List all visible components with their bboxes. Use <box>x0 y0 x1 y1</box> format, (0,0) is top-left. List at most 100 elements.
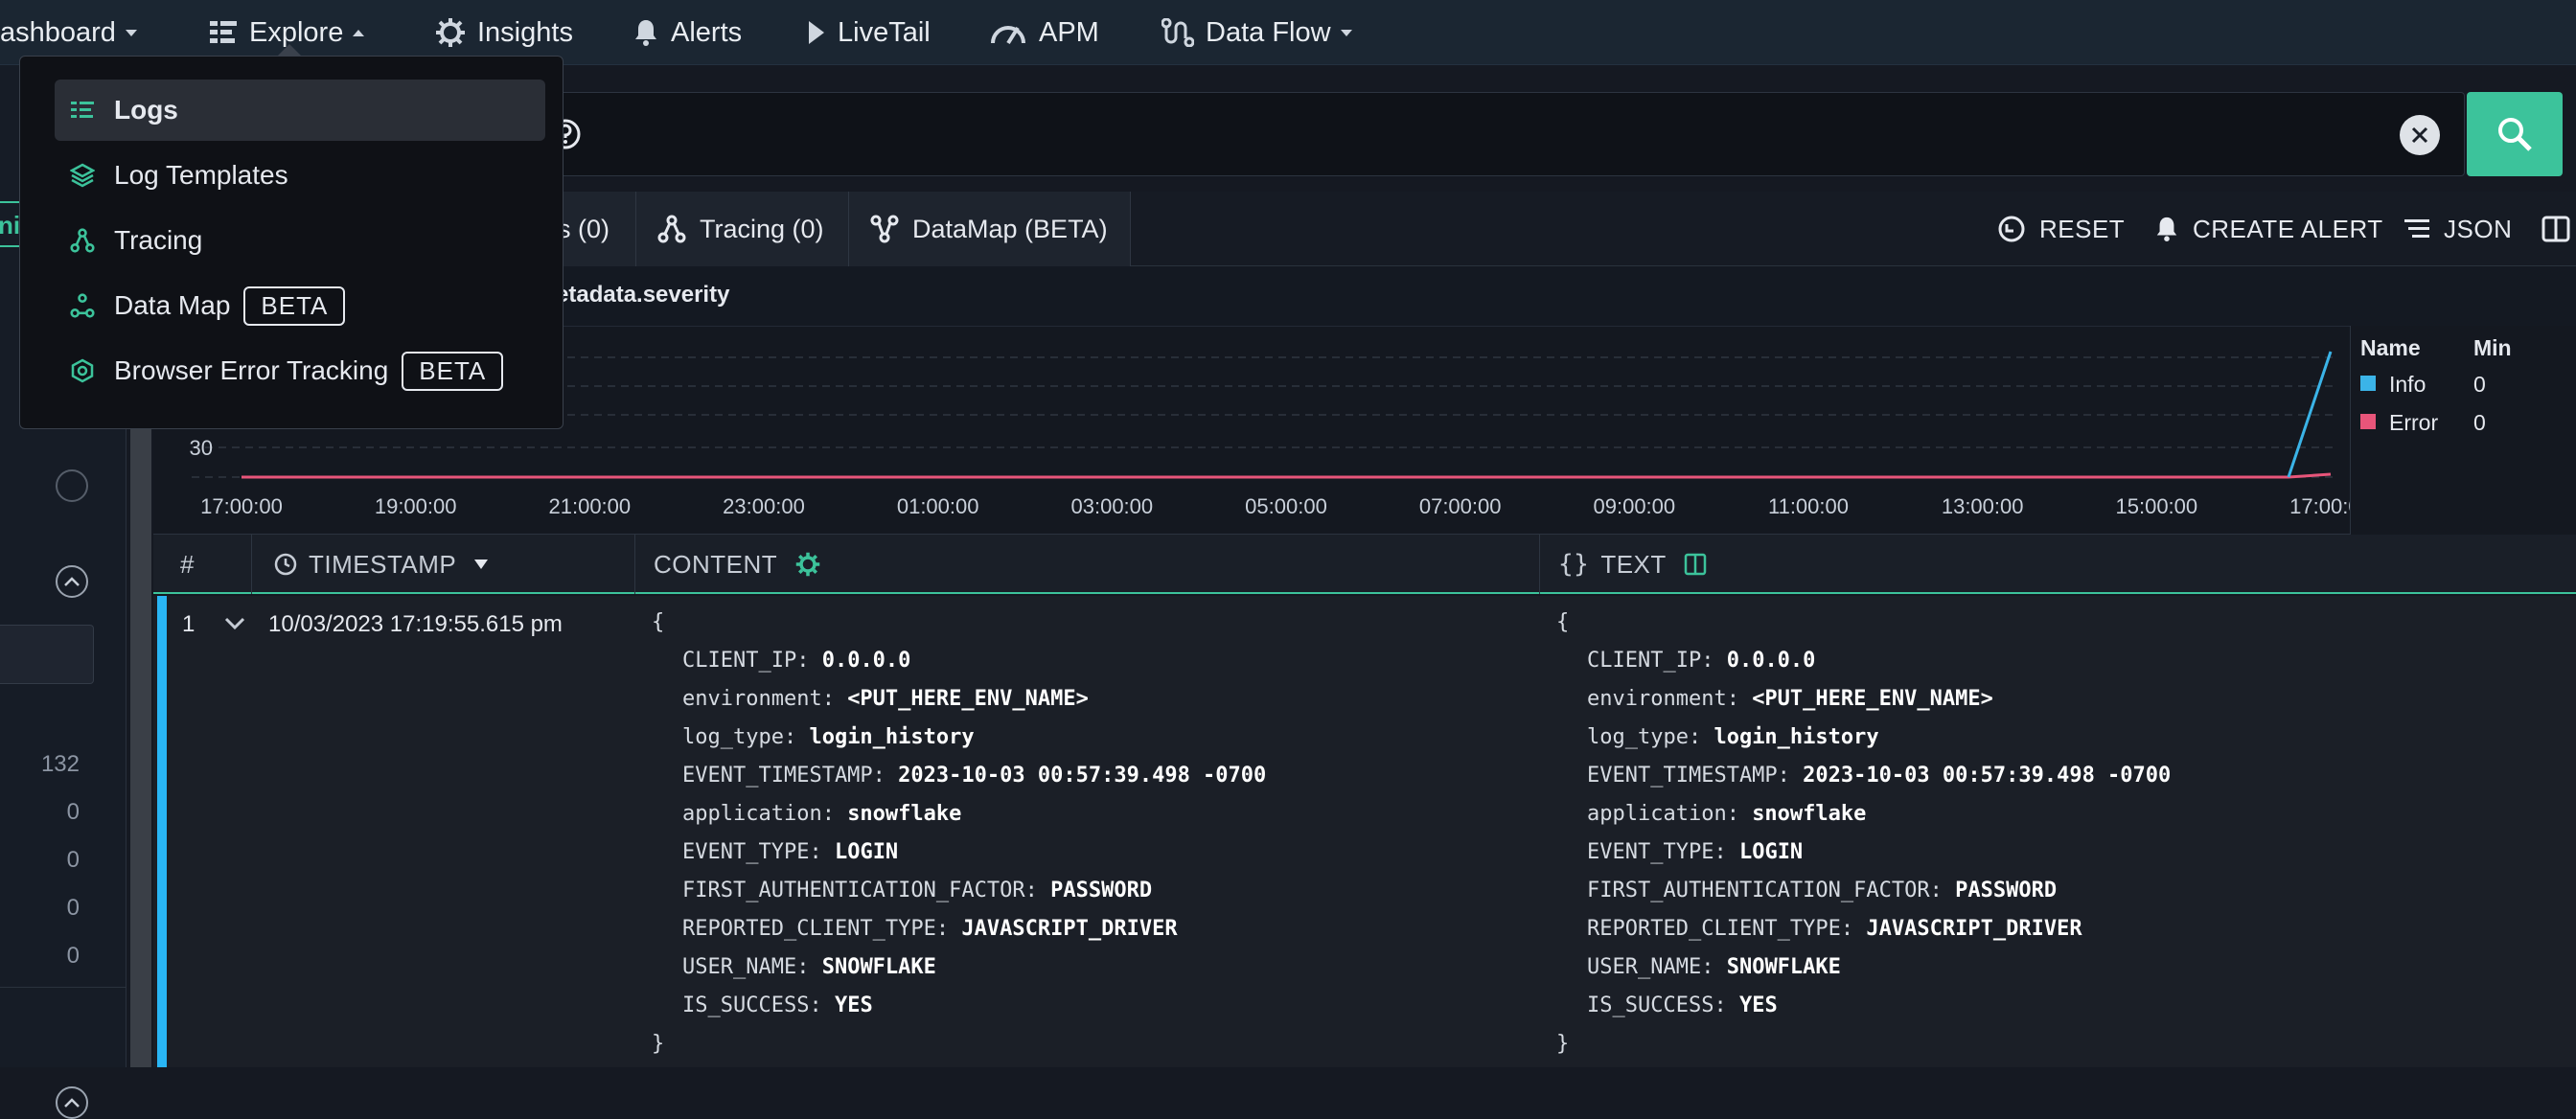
x-tick-label: 19:00:00 <box>375 494 457 518</box>
tab-label: s (0) <box>558 214 610 243</box>
legend-label-error[interactable]: Error <box>2389 410 2438 436</box>
chevron-up-circle-icon[interactable] <box>56 565 88 598</box>
collapse-icon[interactable] <box>56 469 88 502</box>
dataflow-icon <box>1162 18 1194 47</box>
x-tick-label: 17:00:00 <box>200 494 283 518</box>
column-divider <box>251 535 252 594</box>
json-field[interactable]: EVENT_TYPE: LOGIN <box>1556 834 2171 872</box>
speedometer-icon <box>991 26 1025 45</box>
table-row[interactable] <box>153 596 2576 1067</box>
table-header <box>153 535 2576 594</box>
nav-livetail-label: LiveTail <box>838 16 931 48</box>
gear-icon[interactable] <box>794 551 821 578</box>
json-key: IS_SUCCESS: <box>682 993 835 1017</box>
dropdown-pointer <box>278 44 301 56</box>
list-icon <box>2404 219 2429 238</box>
tab-datamap[interactable]: DataMap (BETA) <box>849 192 1131 266</box>
json-key: application: <box>682 802 848 826</box>
legend-header-min: Min <box>2473 335 2512 360</box>
row-index: 1 <box>182 611 196 637</box>
series-line-error <box>242 472 2332 479</box>
x-tick-label: 21:00:00 <box>549 494 632 518</box>
nav-dataflow[interactable]: Data Flow <box>1162 0 1352 65</box>
column-header-text[interactable]: {} TEXT <box>1558 535 1718 594</box>
nav-apm[interactable]: APM <box>989 0 1099 65</box>
legend-min-info: 0 <box>2473 372 2486 397</box>
tab-tracing[interactable]: Tracing (0) <box>636 192 849 266</box>
menu-item-data-map[interactable]: Data Map BETA <box>55 275 545 336</box>
column-header-timestamp[interactable]: TIMESTAMP <box>274 535 500 594</box>
json-field[interactable]: log_type: login_history <box>652 719 1266 757</box>
json-key: CLIENT_IP: <box>1587 649 1727 673</box>
json-value: <PUT_HERE_ENV_NAME> <box>847 687 1089 711</box>
sort-desc-icon[interactable] <box>473 559 489 570</box>
sidebar-count: 132 <box>40 751 80 777</box>
json-value: 2023-10-03 00:57:39.498 -0700 <box>898 764 1267 788</box>
menu-item-log-templates[interactable]: Log Templates <box>55 145 545 206</box>
explore-dropdown-menu: Logs Log Templates Tracing Data Map BETA… <box>19 56 564 429</box>
column-header-index: # <box>180 535 195 594</box>
json-key: application: <box>1587 802 1753 826</box>
json-button[interactable]: JSON <box>2404 192 2512 266</box>
chevron-up-circle-icon[interactable] <box>56 1086 88 1119</box>
menu-item-logs[interactable]: Logs <box>55 80 545 141</box>
column-header-index-label: # <box>180 549 195 579</box>
column-divider <box>634 535 635 594</box>
create-alert-button[interactable]: CREATE ALERT <box>2154 192 2383 266</box>
json-value: login_history <box>1714 725 1879 749</box>
json-field[interactable]: REPORTED_CLIENT_TYPE: JAVASCRIPT_DRIVER <box>652 910 1266 948</box>
reset-button[interactable]: RESET <box>1997 192 2125 266</box>
json-field[interactable]: IS_SUCCESS: YES <box>652 987 1266 1025</box>
json-field[interactable]: application: snowflake <box>652 795 1266 834</box>
search-button[interactable] <box>2467 92 2563 176</box>
split-column-icon[interactable] <box>1684 553 1707 576</box>
json-key: EVENT_TYPE: <box>1587 840 1739 864</box>
json-key: EVENT_TIMESTAMP: <box>682 764 899 788</box>
json-field[interactable]: CLIENT_IP: 0.0.0.0 <box>652 642 1266 680</box>
json-field[interactable]: environment: <PUT_HERE_ENV_NAME> <box>1556 680 2171 719</box>
clear-search-button[interactable] <box>2400 115 2440 155</box>
json-field[interactable]: log_type: login_history <box>1556 719 2171 757</box>
json-value: 0.0.0.0 <box>821 649 911 673</box>
json-field[interactable]: IS_SUCCESS: YES <box>1556 987 2171 1025</box>
layout-toggle-button[interactable] <box>2542 192 2576 266</box>
group-by-field: etadata.severity <box>556 282 730 308</box>
json-field[interactable]: application: snowflake <box>1556 795 2171 834</box>
explore-icon <box>210 21 237 43</box>
x-tick-label: 03:00:00 <box>1071 494 1154 518</box>
json-open-brace: { <box>1556 610 1570 634</box>
sidebar-count: 0 <box>66 943 80 969</box>
sidebar-filter-input[interactable] <box>0 625 94 684</box>
row-content-json: {CLIENT_IP: 0.0.0.0 environment: <PUT_HER… <box>652 604 1266 1063</box>
json-field[interactable]: environment: <PUT_HERE_ENV_NAME> <box>652 680 1266 719</box>
json-field[interactable]: EVENT_TIMESTAMP: 2023-10-03 00:57:39.498… <box>652 757 1266 795</box>
json-close-brace: } <box>652 1032 665 1056</box>
x-tick-label: 15:00:00 <box>2116 494 2198 518</box>
nav-dashboard-label: ashboard <box>0 16 116 48</box>
nav-livetail[interactable]: LiveTail <box>807 0 931 65</box>
column-header-content-label: CONTENT <box>654 549 778 579</box>
json-key: EVENT_TIMESTAMP: <box>1587 764 1804 788</box>
json-field[interactable]: REPORTED_CLIENT_TYPE: JAVASCRIPT_DRIVER <box>1556 910 2171 948</box>
json-field[interactable]: FIRST_AUTHENTICATION_FACTOR: PASSWORD <box>1556 872 2171 910</box>
x-tick-label: 13:00:00 <box>1942 494 2024 518</box>
legend-header-name: Name <box>2360 335 2421 360</box>
json-field[interactable]: USER_NAME: SNOWFLAKE <box>1556 948 2171 987</box>
json-value: snowflake <box>847 802 962 826</box>
menu-item-browser-error-tracking[interactable]: Browser Error Tracking BETA <box>55 340 545 401</box>
nav-alerts[interactable]: Alerts <box>632 0 742 65</box>
braces-icon: {} <box>1558 550 1590 579</box>
chevron-down-icon[interactable] <box>224 617 245 630</box>
json-value: SNOWFLAKE <box>1726 955 1841 979</box>
json-field[interactable]: CLIENT_IP: 0.0.0.0 <box>1556 642 2171 680</box>
menu-item-tracing[interactable]: Tracing <box>55 210 545 271</box>
json-field[interactable]: EVENT_TIMESTAMP: 2023-10-03 00:57:39.498… <box>1556 757 2171 795</box>
json-field[interactable]: EVENT_TYPE: LOGIN <box>652 834 1266 872</box>
logs-icon <box>71 102 94 118</box>
column-header-timestamp-label: TIMESTAMP <box>309 549 457 579</box>
json-field[interactable]: FIRST_AUTHENTICATION_FACTOR: PASSWORD <box>652 872 1266 910</box>
json-value: JAVASCRIPT_DRIVER <box>1866 917 2082 941</box>
legend-label-info[interactable]: Info <box>2389 372 2426 398</box>
column-header-content[interactable]: CONTENT <box>654 535 833 594</box>
json-field[interactable]: USER_NAME: SNOWFLAKE <box>652 948 1266 987</box>
